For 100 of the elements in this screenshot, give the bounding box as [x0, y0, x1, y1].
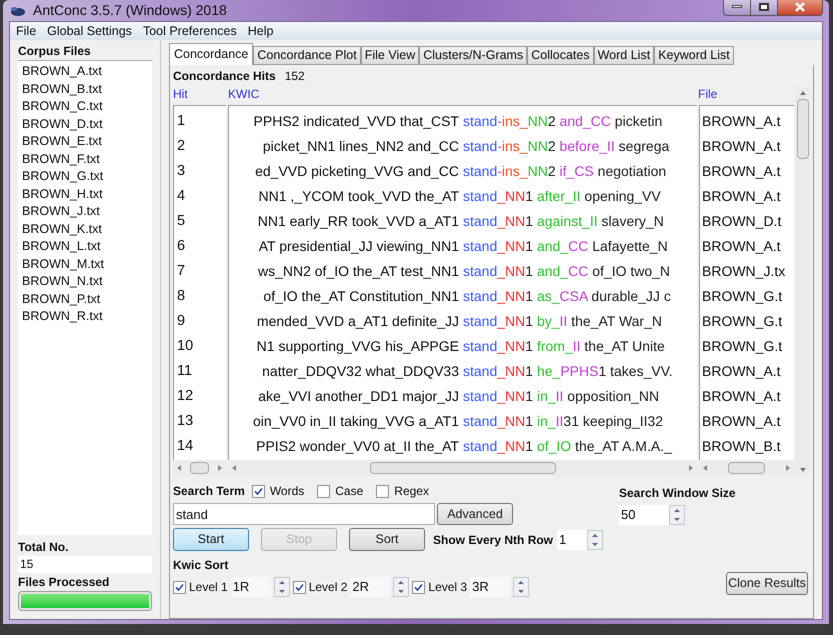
- scroll-down-icon[interactable]: [798, 466, 806, 474]
- spinner-arrows-icon[interactable]: [669, 505, 685, 525]
- vertical-scrollbar[interactable]: [795, 87, 810, 476]
- file-list-item[interactable]: BROWN_R.txt: [22, 308, 148, 326]
- checkbox[interactable]: [376, 484, 390, 498]
- file-name: BROWN_G.t: [701, 337, 784, 356]
- action-button[interactable]: Sort: [349, 528, 425, 551]
- file-name: BROWN_A.t: [701, 112, 782, 131]
- tab[interactable]: File View: [360, 46, 420, 65]
- file-list-item[interactable]: BROWN_J.txt: [22, 203, 148, 220]
- scrollbar-thumb[interactable]: [370, 462, 556, 474]
- scrollbar-thumb[interactable]: [190, 462, 210, 474]
- file-list-item[interactable]: BROWN_H.txt: [22, 186, 148, 203]
- file-name: BROWN_A.t: [701, 387, 782, 406]
- left-context: PPHS2 indicated_VVD that_CST: [252, 112, 460, 131]
- horizontal-scrollbar[interactable]: [173, 460, 226, 476]
- scroll-left-icon[interactable]: [701, 464, 709, 472]
- checkbox[interactable]: [252, 484, 265, 498]
- file-list-item[interactable]: BROWN_L.txt: [22, 238, 148, 256]
- file-list-item[interactable]: BROWN_D.txt: [22, 116, 148, 133]
- minimize-button[interactable]: [723, 0, 751, 16]
- tab[interactable]: Concordance: [169, 43, 254, 65]
- file-list-item[interactable]: BROWN_P.txt: [22, 290, 148, 308]
- spinner-arrows-icon[interactable]: [393, 577, 410, 597]
- file-name: BROWN_A.t: [701, 412, 782, 431]
- action-button[interactable]: Start: [173, 528, 249, 551]
- spinner-arrows-icon[interactable]: [587, 530, 604, 550]
- level-label: Level 2: [308, 579, 348, 596]
- scroll-right-icon[interactable]: [784, 464, 792, 472]
- scroll-left-icon[interactable]: [230, 464, 238, 472]
- level-label: Level 1: [189, 579, 228, 596]
- column-header[interactable]: KWIC: [228, 85, 698, 103]
- right-context: stand_NN1 from_II the_AT Unite: [463, 337, 666, 356]
- level-field[interactable]: 2R: [350, 577, 390, 597]
- left-context: mended_VVD a_AT1 definite_JJ: [256, 312, 460, 331]
- file-list-item[interactable]: BROWN_E.txt: [22, 133, 148, 150]
- checkbox[interactable]: [173, 580, 186, 594]
- right-context: stand_NN1 of_IO the_AT A.M.A._: [463, 437, 673, 456]
- scroll-right-icon[interactable]: [687, 464, 695, 472]
- menu-item[interactable]: Help: [248, 22, 274, 40]
- left-context: ake_VVI another_DD1 major_JJ: [257, 387, 460, 406]
- menu-item[interactable]: Global Settings: [47, 22, 132, 40]
- scroll-up-icon[interactable]: [798, 89, 806, 97]
- maximize-button[interactable]: [751, 0, 777, 16]
- file-list-item[interactable]: BROWN_C.txt: [22, 98, 148, 116]
- left-context: N1 supporting_VVG his_APPGE: [256, 337, 460, 356]
- file-name: BROWN_G.t: [701, 312, 784, 331]
- tab[interactable]: Clusters/N-Grams: [419, 46, 528, 65]
- panel-title: Corpus Files: [18, 43, 92, 60]
- file-list-item[interactable]: BROWN_N.txt: [22, 273, 148, 290]
- horizontal-scrollbar[interactable]: [699, 460, 794, 476]
- window-size-field[interactable]: 50: [619, 505, 669, 525]
- search-field[interactable]: stand: [173, 503, 435, 525]
- level-field[interactable]: 1R: [230, 577, 271, 597]
- file-list-item[interactable]: BROWN_G.txt: [22, 168, 148, 186]
- column-header[interactable]: Hit: [173, 85, 228, 103]
- file-name: BROWN_J.tx: [701, 262, 786, 281]
- hit-number: 6: [176, 237, 186, 256]
- scroll-right-icon[interactable]: [216, 464, 224, 472]
- tab[interactable]: Keyword List: [654, 46, 734, 65]
- left-context: PPIS2 wonder_VV0 at_II the_AT: [255, 437, 460, 456]
- hit-number: 9: [176, 312, 186, 331]
- horizontal-scrollbar[interactable]: [228, 460, 697, 476]
- nth-row-field[interactable]: 1: [557, 530, 588, 550]
- tab[interactable]: Word List: [594, 46, 654, 65]
- progress-label: Files Processed: [18, 574, 110, 591]
- hit-number: 14: [176, 437, 194, 456]
- spinner-arrows-icon[interactable]: [513, 577, 530, 597]
- spinner-arrows-icon[interactable]: [274, 577, 290, 597]
- right-context: stand-ins_NN2 and_CC picketin: [463, 112, 664, 131]
- left-context: NN1 ,_YCOM took_VVD the_AT: [258, 187, 460, 206]
- advanced-button[interactable]: Advanced: [437, 503, 513, 525]
- checkbox[interactable]: [412, 580, 426, 594]
- file-list-item[interactable]: BROWN_B.txt: [22, 80, 148, 98]
- checkbox[interactable]: [292, 580, 306, 594]
- left-context: picket_NN1 lines_NN2 and_CC: [262, 137, 460, 156]
- scrollbar-thumb[interactable]: [796, 99, 808, 159]
- close-button[interactable]: [777, 0, 823, 16]
- file-list-item[interactable]: BROWN_K.txt: [22, 220, 148, 238]
- checkbox[interactable]: [317, 484, 330, 498]
- left-context: NN1 early_RR took_VVD a_AT1: [256, 212, 460, 231]
- level-field[interactable]: 3R: [470, 577, 510, 597]
- menu-item[interactable]: File: [16, 22, 36, 40]
- total-label: Total No.: [18, 539, 70, 556]
- tab[interactable]: Collocates: [527, 46, 594, 65]
- hit-number: 4: [176, 187, 186, 206]
- scroll-left-icon[interactable]: [175, 464, 183, 472]
- close-icon: [794, 2, 806, 12]
- left-context: oin_VV0 in_II taking_VVG a_AT1: [252, 412, 460, 431]
- clone-results-button[interactable]: Clone Results: [726, 572, 808, 595]
- file-list-item[interactable]: BROWN_F.txt: [22, 150, 148, 168]
- menu-item[interactable]: Tool Preferences: [142, 22, 237, 40]
- scrollbar-thumb[interactable]: [728, 462, 765, 474]
- hit-number: 12: [176, 387, 194, 406]
- right-context: stand_NN1 and_CC of_IO two_N: [463, 262, 672, 281]
- file-list-item[interactable]: BROWN_A.txt: [22, 63, 148, 80]
- tab[interactable]: Concordance Plot: [253, 46, 361, 65]
- file-list-item[interactable]: BROWN_M.txt: [22, 256, 148, 273]
- column-header[interactable]: File: [698, 85, 795, 103]
- file-name: BROWN_A.t: [701, 137, 782, 156]
